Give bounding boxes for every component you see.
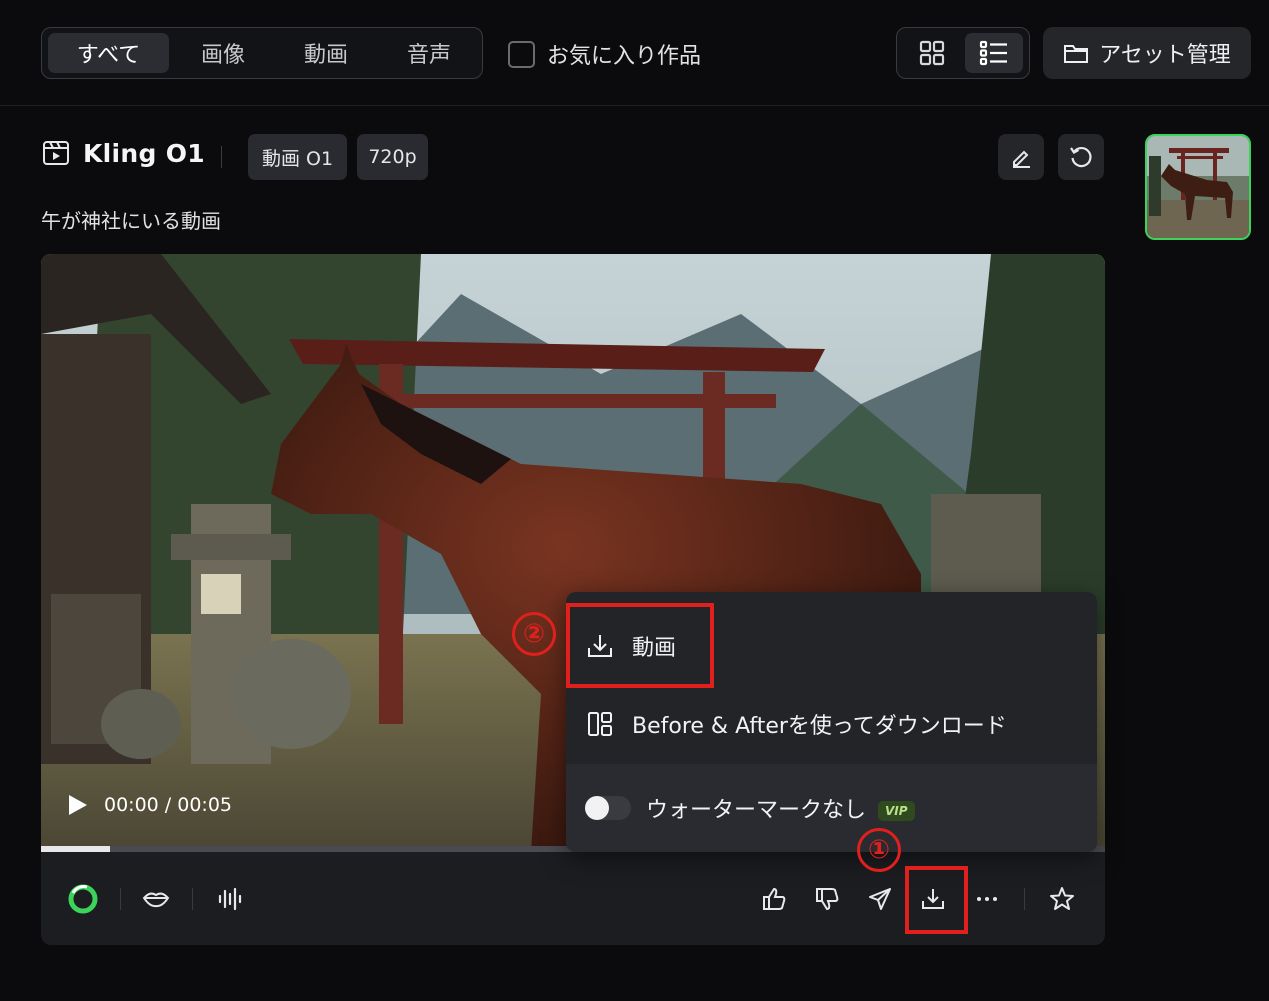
kling-logo-icon <box>66 882 100 916</box>
tab-videos[interactable]: 動画 <box>276 33 376 73</box>
lip-sync-button[interactable] <box>139 882 173 916</box>
grid-icon <box>919 40 945 66</box>
like-button[interactable] <box>757 882 791 916</box>
play-icon[interactable] <box>68 794 88 816</box>
video-clip-icon <box>43 141 69 165</box>
selected-thumbnail[interactable] <box>1145 134 1251 240</box>
favorite-button[interactable] <box>1045 882 1079 916</box>
header-divider <box>221 146 222 168</box>
regenerate-button[interactable] <box>1058 134 1104 180</box>
action-divider <box>120 888 121 910</box>
favorites-checkbox[interactable] <box>508 40 535 68</box>
lips-icon <box>142 892 170 908</box>
favorites-filter[interactable]: お気に入り作品 <box>508 38 701 70</box>
thumbs-up-icon <box>763 887 786 910</box>
grid-view-button[interactable] <box>903 33 961 73</box>
compare-layout-icon <box>588 712 612 736</box>
annotation-box-download-button <box>905 866 968 934</box>
ellipsis-icon <box>977 897 997 901</box>
tab-images[interactable]: 画像 <box>173 33 273 73</box>
star-icon <box>1050 887 1074 910</box>
dislike-button[interactable] <box>810 882 844 916</box>
download-before-after-option[interactable]: Before & Afterを使ってダウンロード <box>566 684 1097 764</box>
share-button[interactable] <box>863 882 897 916</box>
audio-wave-icon <box>218 887 242 911</box>
tab-audio[interactable]: 音声 <box>379 33 479 73</box>
pencil-icon <box>1013 150 1030 168</box>
generation-header: Kling O1 動画 O1 720p <box>41 132 1111 180</box>
asset-button-label: アセット管理 <box>1099 43 1231 68</box>
action-divider <box>192 888 193 910</box>
step-marker-2: ② <box>512 612 556 656</box>
model-title-group: Kling O1 <box>41 138 205 168</box>
top-toolbar: すべて 画像 動画 音声 お気に入り作品 アセット管理 <box>0 0 1269 106</box>
filter-tabs: すべて 画像 動画 音声 <box>41 27 483 79</box>
prompt-text: 午が神社にいる動画 <box>41 209 221 233</box>
resolution-chip: 720p <box>357 134 428 180</box>
send-icon <box>869 888 891 910</box>
view-toggle <box>896 27 1030 79</box>
edit-button[interactable] <box>998 134 1044 180</box>
action-divider <box>1024 888 1025 910</box>
playback-controls: 00:00 / 00:05 <box>68 794 232 816</box>
download-before-after-label: Before & Afterを使ってダウンロード <box>632 714 1007 739</box>
watermark-label: ウォーターマークなし <box>646 798 867 823</box>
video-time: 00:00 / 00:05 <box>104 794 232 816</box>
model-title: Kling O1 <box>83 138 205 168</box>
list-view-button[interactable] <box>965 33 1023 73</box>
thumbnail-image <box>1147 136 1249 238</box>
asset-management-button[interactable]: アセット管理 <box>1043 27 1251 79</box>
vip-badge: VIP <box>878 801 915 821</box>
folder-icon <box>1064 45 1089 63</box>
step-marker-1: ① <box>857 828 901 872</box>
favorites-label: お気に入り作品 <box>547 44 702 69</box>
watermark-toggle[interactable] <box>584 795 632 821</box>
tab-all[interactable]: すべて <box>48 33 169 73</box>
model-chip: 動画 O1 <box>248 134 347 180</box>
refresh-icon <box>1070 146 1092 168</box>
watermark-label-group: ウォーターマークなし VIP <box>646 792 915 824</box>
watermark-option[interactable]: ウォーターマークなし VIP <box>566 764 1097 852</box>
list-icon <box>979 40 1007 66</box>
more-options-button[interactable] <box>970 882 1004 916</box>
annotation-box-video-option <box>566 603 714 688</box>
sound-effects-button[interactable] <box>212 882 246 916</box>
thumbs-down-icon <box>816 888 839 911</box>
